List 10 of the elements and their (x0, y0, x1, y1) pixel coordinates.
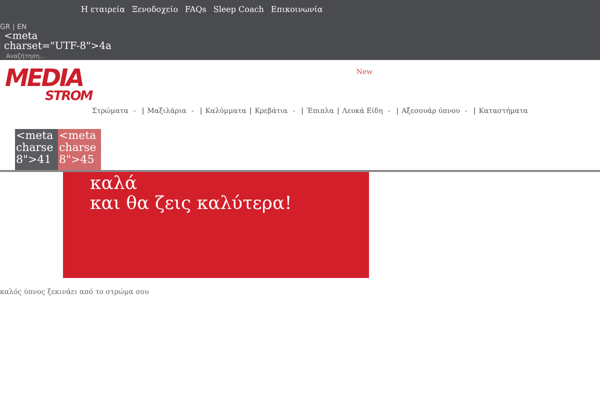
top-link[interactable]: Η εταιρεία (81, 4, 126, 16)
top-link[interactable]: Ξενοδοχείο (132, 4, 178, 16)
hero-text: καλά (90, 174, 137, 194)
meta-text: <meta charset="UTF-8">4a (3, 32, 112, 52)
logo[interactable]: MEDIA STROM (5, 66, 92, 103)
top-link[interactable]: Sleep Coach (213, 4, 264, 16)
top-link[interactable]: Επικοινωνία (270, 4, 323, 16)
hero-text: και θα ζεις καλύτερα! (90, 194, 292, 214)
promo-tile[interactable]: <meta charse 8">41 (15, 129, 58, 170)
top-link[interactable]: FAQs (185, 4, 206, 16)
